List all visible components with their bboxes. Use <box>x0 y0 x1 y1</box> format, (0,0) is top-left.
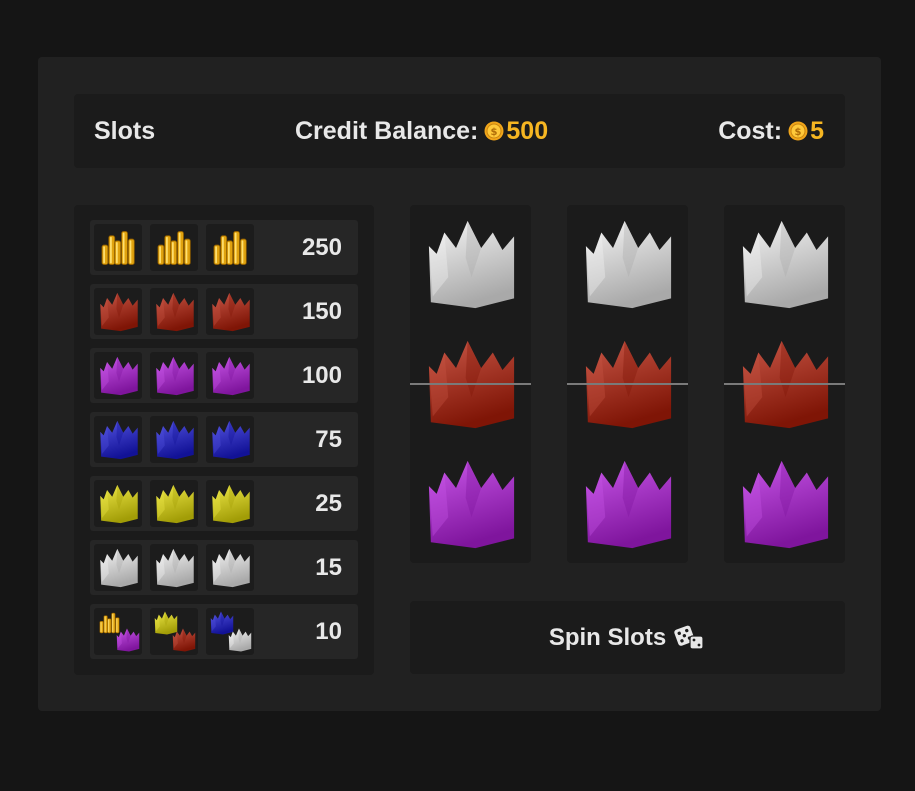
reel-1 <box>410 205 531 563</box>
page-title: Slots <box>94 116 156 145</box>
dice-icon <box>674 625 704 650</box>
yellow-hat-icon <box>156 484 194 524</box>
spin-slots-button[interactable]: Spin Slots <box>410 601 845 674</box>
white-hat-icon <box>212 548 250 588</box>
credit-balance: Credit Balance: $ 500 <box>295 117 548 146</box>
paytable-row: 100 <box>90 348 358 403</box>
white-hat-icon <box>428 220 515 309</box>
paytable-cell <box>150 352 198 399</box>
purple-hat-icon <box>585 460 672 549</box>
yellow-hat-icon <box>212 484 250 524</box>
spin-cost: Cost: $ 5 <box>718 117 824 146</box>
paytable-cell <box>150 416 198 463</box>
paytable: 250 150 100 75 25 15 10 <box>74 205 374 675</box>
red-hat-icon <box>212 292 250 332</box>
spin-slots-label: Spin Slots <box>548 623 667 651</box>
payout-value: 10 <box>315 618 342 645</box>
payline <box>410 383 531 385</box>
payline <box>724 383 845 385</box>
payout-value: 75 <box>315 426 342 453</box>
paytable-cell <box>206 288 254 335</box>
paytable-cell <box>150 544 198 591</box>
coin-icon: $ <box>484 121 504 141</box>
payout-value: 250 <box>301 234 342 261</box>
purple-hat-icon <box>212 356 250 396</box>
purple-hat-icon <box>428 460 515 549</box>
red-hat-icon <box>100 292 138 332</box>
paytable-cell <box>150 608 198 655</box>
paytable-cell <box>206 544 254 591</box>
coins-icon <box>101 230 135 266</box>
paytable-cell <box>206 352 254 399</box>
purple-hat-icon <box>742 460 829 549</box>
coin-icon: $ <box>788 121 808 141</box>
credit-balance-value: 500 <box>506 116 549 145</box>
credit-balance-label: Credit Balance: <box>295 116 479 145</box>
purple-hat-icon <box>116 628 140 652</box>
white-hat-icon <box>228 628 252 652</box>
payline <box>567 383 688 385</box>
red-hat-icon <box>156 292 194 332</box>
purple-hat-icon <box>156 356 194 396</box>
purple-hat-icon <box>100 356 138 396</box>
red-hat-icon <box>172 628 196 652</box>
paytable-cell <box>206 224 254 271</box>
blue-hat-icon <box>156 420 194 460</box>
paytable-cell <box>206 416 254 463</box>
paytable-row: 25 <box>90 476 358 531</box>
paytable-cell <box>206 608 254 655</box>
blue-hat-icon <box>100 420 138 460</box>
paytable-cell <box>94 288 142 335</box>
blue-hat-icon <box>212 420 250 460</box>
paytable-row: 250 <box>90 220 358 275</box>
payout-value: 25 <box>315 490 342 517</box>
paytable-cell <box>94 416 142 463</box>
reel-3 <box>724 205 845 563</box>
slots-header: Slots Credit Balance: $ 500 Cost: $ 5 <box>74 94 845 168</box>
white-hat-icon <box>100 548 138 588</box>
paytable-cell <box>94 480 142 527</box>
paytable-cell <box>206 480 254 527</box>
coins-icon <box>213 230 247 266</box>
paytable-row: 150 <box>90 284 358 339</box>
paytable-row: 10 <box>90 604 358 659</box>
payout-value: 150 <box>301 298 342 325</box>
yellow-hat-icon <box>100 484 138 524</box>
white-hat-icon <box>156 548 194 588</box>
paytable-cell <box>94 352 142 399</box>
svg-text:$: $ <box>491 127 498 138</box>
paytable-cell <box>94 544 142 591</box>
paytable-cell <box>150 224 198 271</box>
paytable-cell <box>150 288 198 335</box>
svg-text:$: $ <box>795 127 802 138</box>
spin-cost-value: 5 <box>810 116 824 145</box>
paytable-cell <box>94 224 142 271</box>
white-hat-icon <box>585 220 672 309</box>
white-hat-icon <box>742 220 829 309</box>
paytable-cell <box>150 480 198 527</box>
reel-2 <box>567 205 688 563</box>
coins-icon <box>157 230 191 266</box>
payout-value: 100 <box>301 362 342 389</box>
paytable-row: 15 <box>90 540 358 595</box>
paytable-cell <box>94 608 142 655</box>
spin-cost-label: Cost: <box>718 116 783 145</box>
paytable-row: 75 <box>90 412 358 467</box>
payout-value: 15 <box>315 554 342 581</box>
